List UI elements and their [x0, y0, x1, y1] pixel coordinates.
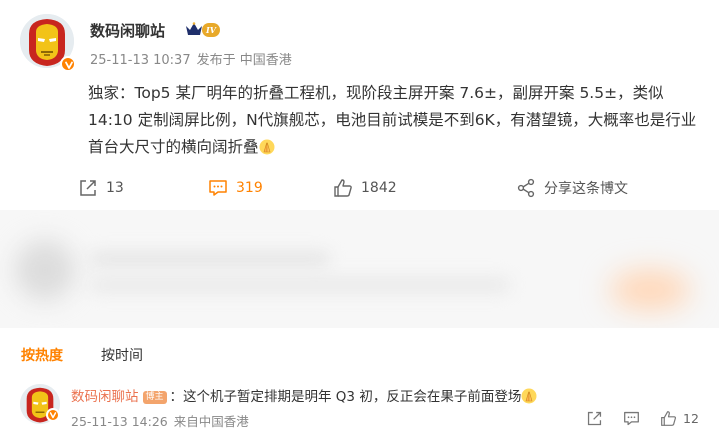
repost-button[interactable]: 13 [78, 176, 124, 200]
comment-count: 319 [236, 180, 263, 196]
weibo-post: 数码闲聊站 IV 25-11-13 10:37 发布于 中国香港 独家：Top5 … [0, 0, 719, 215]
comment-body: 数码闲聊站 博主 ：这个机子暂定排期是明年 Q3 初，反正会在果子前面登场 [71, 385, 537, 405]
blurred-avatar [15, 240, 75, 300]
share-label: 分享这条博文 [544, 181, 628, 197]
like-button[interactable]: 1842 [333, 176, 397, 200]
repost-icon [587, 411, 602, 425]
comment-date: 25-11-13 14:26 [71, 414, 168, 429]
pray-emoji-icon [521, 388, 537, 404]
comment-source: 来自中国香港 [173, 414, 249, 429]
comment-text: ：这个机子暂定排期是明年 Q3 初，反正会在果子前面登场 [169, 389, 522, 405]
post-meta: 25-11-13 10:37 发布于 中国香港 [90, 49, 292, 68]
repost-count: 13 [106, 180, 124, 196]
crown-icon [186, 22, 202, 35]
comment-icon [209, 180, 227, 196]
verified-badge-icon [46, 408, 60, 422]
blurred-image [610, 270, 690, 310]
post-source: 发布于 中国香港 [196, 53, 292, 68]
comment-button[interactable]: 319 [208, 176, 263, 200]
verified-badge-icon [60, 56, 76, 72]
comment-icon [624, 411, 639, 425]
blurred-content-area [0, 210, 719, 328]
like-icon [334, 179, 352, 197]
blurred-line [90, 278, 510, 292]
tab-sort-time[interactable]: 按时间 [101, 345, 143, 365]
comment-sort-tabs: 按热度 按时间 [0, 343, 719, 367]
comment-reply-button[interactable] [623, 410, 640, 427]
tab-sort-hot[interactable]: 按热度 [21, 345, 63, 365]
share-icon [517, 178, 535, 198]
like-icon [661, 410, 676, 426]
repost-icon [80, 180, 96, 196]
commenter-name[interactable]: 数码闲聊站 [71, 389, 139, 405]
author-tag: 博主 [142, 391, 167, 404]
comment-actions: 12 [586, 408, 699, 428]
post-actions: 13 319 1842 分享这条博文 [0, 176, 719, 200]
comment-like-button[interactable] [660, 410, 677, 427]
post-text: 独家：Top5 某厂明年的折叠工程机，现阶段主屏开案 7.6±，副屏开案 5.5… [88, 84, 697, 156]
comment-repost-button[interactable] [586, 410, 603, 427]
post-date[interactable]: 25-11-13 10:37 [90, 53, 191, 68]
like-count: 1842 [361, 180, 397, 196]
comment-like-count: 12 [683, 410, 699, 426]
comment-item: 数码闲聊站 博主 ：这个机子暂定排期是明年 Q3 初，反正会在果子前面登场 25-1… [0, 378, 719, 434]
share-button[interactable]: 分享这条博文 [516, 176, 628, 200]
pray-emoji-icon [259, 139, 275, 155]
post-content: 独家：Top5 某厂明年的折叠工程机，现阶段主屏开案 7.6±，副屏开案 5.5… [88, 80, 700, 161]
blurred-line [90, 252, 330, 266]
author-name[interactable]: 数码闲聊站 [90, 20, 165, 41]
level-badge: IV [202, 23, 220, 37]
comment-meta: 25-11-13 14:26 来自中国香港 [71, 411, 249, 430]
